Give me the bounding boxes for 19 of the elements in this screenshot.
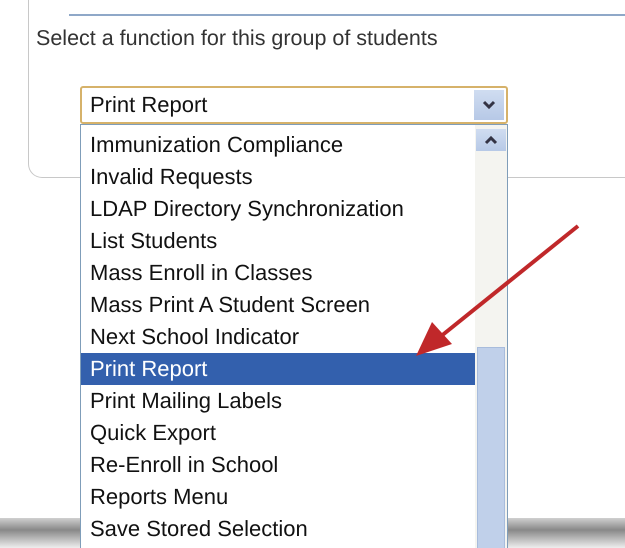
chevron-down-icon[interactable] [474,90,504,120]
scrollbar[interactable] [475,125,507,548]
dropdown-option[interactable]: LDAP Directory Synchronization [81,193,475,225]
dropdown-option[interactable]: Save Stored Selection [81,513,475,545]
function-dropdown[interactable]: Print Report [80,86,508,124]
dropdown-option[interactable]: Re-Enroll in School [81,449,475,481]
dropdown-option[interactable]: Reports Menu [81,481,475,513]
dropdown-option[interactable]: Print Mailing Labels [81,385,475,417]
dropdown-option[interactable]: Print Report [81,353,475,385]
prompt-label: Select a function for this group of students [36,26,438,51]
dropdown-option[interactable]: Quick Export [81,417,475,449]
dropdown-option[interactable]: List Students [81,225,475,257]
chevron-up-icon[interactable] [476,129,506,151]
arrow-icon [416,224,580,356]
dropdown-option[interactable]: Mass Print A Student Screen [81,289,475,321]
dropdown-option[interactable]: Next School Indicator [81,321,475,353]
dropdown-option[interactable]: Immunization Compliance [81,129,475,161]
dropdown-option[interactable]: Invalid Requests [81,161,475,193]
dropdown-option[interactable]: Mass Enroll in Classes [81,257,475,289]
